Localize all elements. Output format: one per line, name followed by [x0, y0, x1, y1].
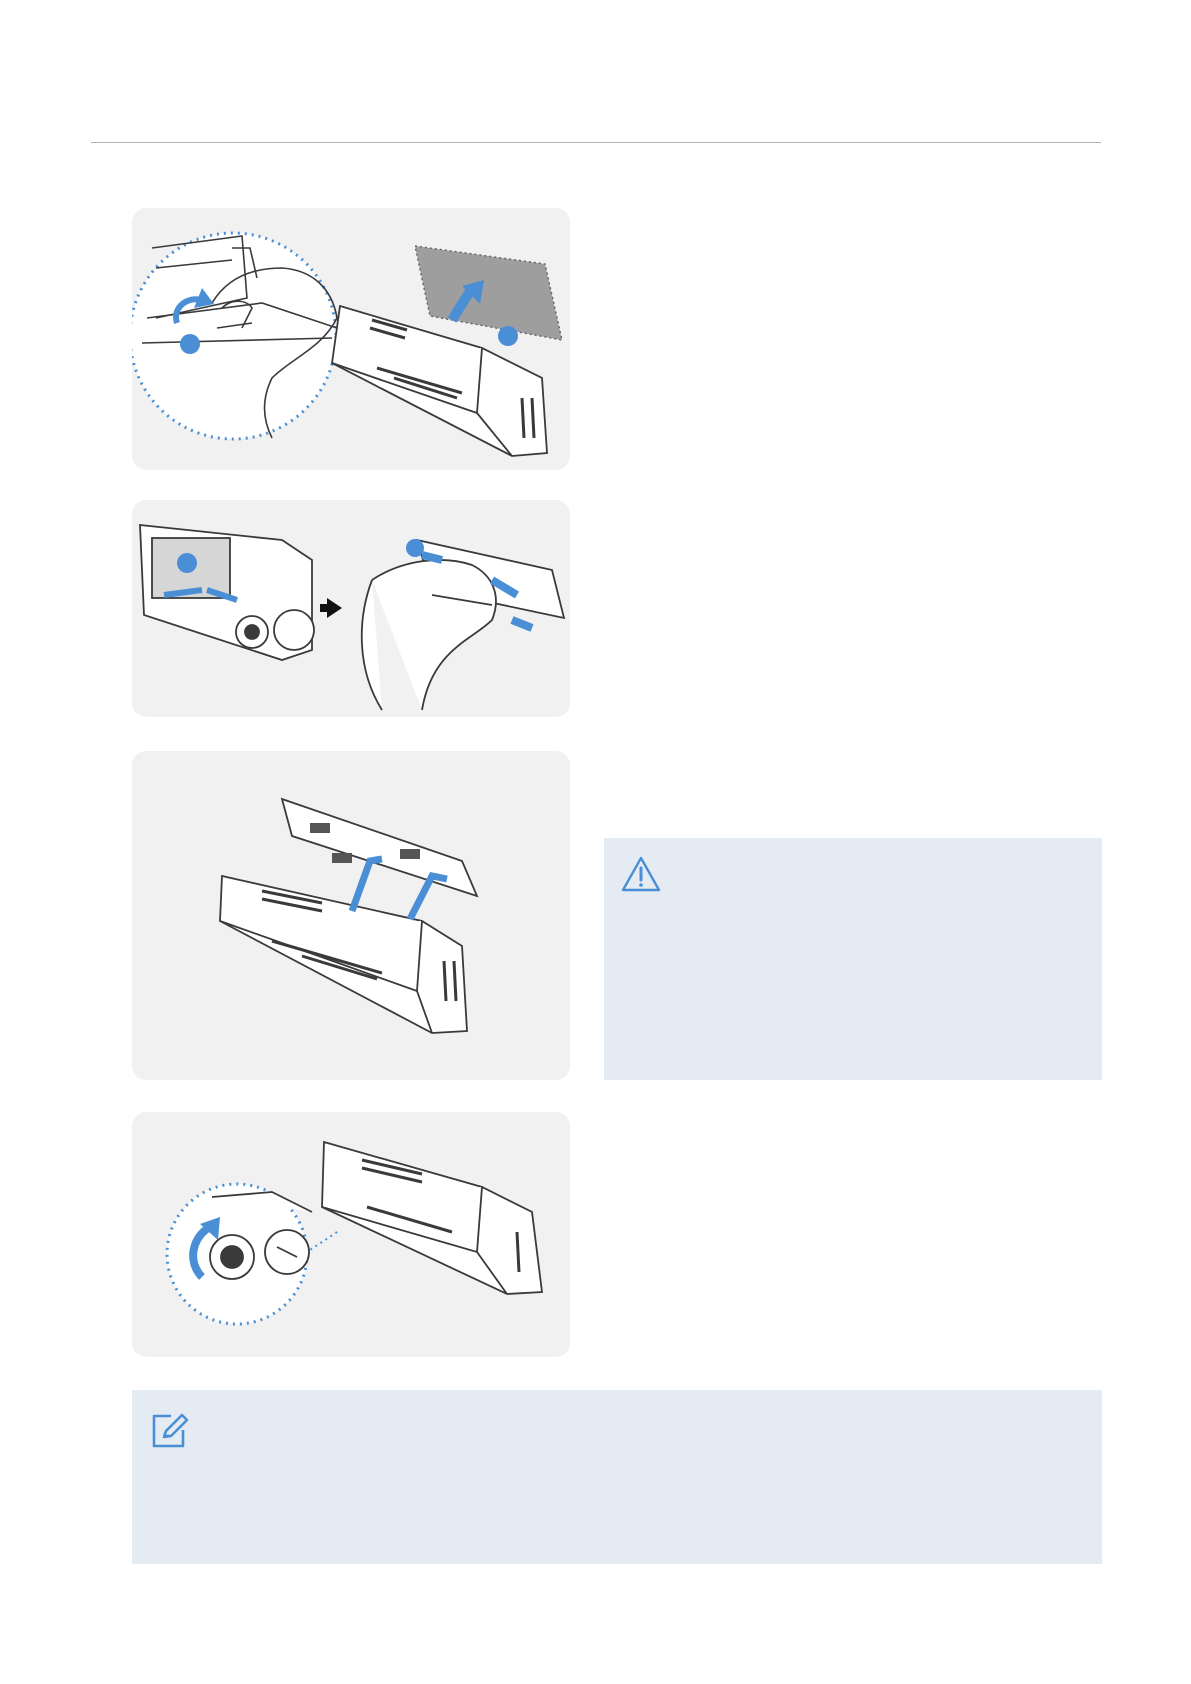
camera-body: [219, 874, 468, 1034]
caution-callout: [604, 838, 1102, 1080]
remove-adhesive-film-image: [132, 231, 563, 457]
attach-mount-to-camera-image: [139, 523, 566, 711]
mount-and-hand: [360, 538, 566, 711]
press-arrow-3: [421, 551, 443, 564]
step-1-illustration: [132, 208, 570, 470]
step-2-illustration: [132, 500, 570, 717]
mount-plate: [280, 797, 479, 898]
note-callout: [132, 1390, 1102, 1564]
note-pencil-icon: [149, 1410, 191, 1450]
header-rule: [91, 142, 1101, 143]
blue-step-marker: [406, 539, 424, 557]
step-4-illustration: [132, 1112, 570, 1357]
caution-triangle-icon: [620, 855, 662, 893]
blue-step-marker: [177, 553, 197, 573]
slide-mount-onto-camera-image: [219, 797, 479, 1034]
press-arrow-2: [510, 616, 534, 632]
lens-cap-removal-image: [165, 1140, 544, 1326]
camera-body: [321, 1140, 544, 1295]
step-3-illustration: [132, 751, 570, 1080]
blue-step-marker: [498, 326, 518, 346]
adhesive-film: [414, 245, 563, 341]
zoom-circle: [132, 231, 338, 441]
blue-step-marker: [180, 334, 200, 354]
